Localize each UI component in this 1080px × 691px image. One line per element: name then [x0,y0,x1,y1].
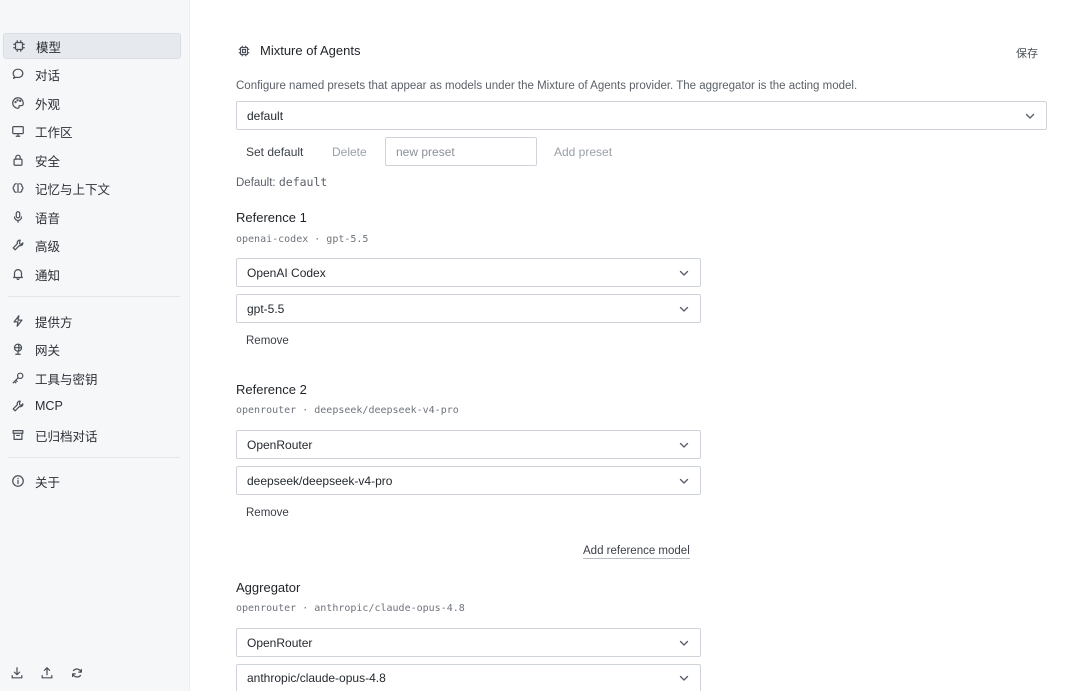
new-preset-input[interactable] [385,137,537,166]
aggregator-model-value: anthropic/claude-opus-4.8 [247,671,386,685]
sidebar-item-memory-context[interactable]: 记忆与上下文 [3,175,181,201]
reference-1-provider-value: OpenAI Codex [247,265,326,280]
upload-icon[interactable] [38,664,55,681]
archive-icon [10,427,26,443]
reference-2-model-select[interactable]: deepseek/deepseek-v4-pro [236,466,701,495]
chevron-down-icon [679,270,689,276]
sidebar-item-security[interactable]: 安全 [3,147,181,173]
chevron-down-icon [679,640,689,646]
info-icon [10,473,26,489]
chevron-down-icon [679,478,689,484]
lightning-icon [10,313,26,329]
sidebar-item-workspace[interactable]: 工作区 [3,118,181,144]
palette-icon [10,95,26,111]
preset-select-value: default [247,108,284,123]
download-icon[interactable] [8,664,25,681]
reference-2-model-value: deepseek/deepseek-v4-pro [247,473,393,488]
section-description: Configure named presets that appear as m… [236,80,858,92]
reference-1-title: Reference 1 [236,210,307,225]
sidebar-item-label: MCP [35,399,63,413]
sidebar: 模型 对话 外观 工作区 安全 记忆与上下文 语音 高级 通知 提供方 网关 工… [0,0,190,691]
set-default-button[interactable]: Set default [246,145,303,159]
sidebar-item-label: 关于 [35,475,61,490]
sidebar-item-label: 工作区 [35,125,73,140]
sidebar-item-label: 记忆与上下文 [35,182,111,197]
chip-icon [238,45,250,56]
aggregator-title: Aggregator [236,580,301,595]
sidebar-item-models[interactable]: 模型 [3,33,181,59]
sidebar-item-advanced[interactable]: 高级 [3,232,181,258]
sidebar-item-notifications[interactable]: 通知 [3,261,181,287]
monitor-icon [10,123,26,139]
sidebar-item-label: 安全 [35,154,61,169]
add-reference-model-button[interactable]: Add reference model [583,545,690,559]
sidebar-item-label: 已归档对话 [35,429,98,444]
sidebar-divider [8,457,180,458]
sidebar-footer [8,664,85,681]
sidebar-item-label: 网关 [35,343,61,358]
preset-select[interactable]: default [236,101,1047,130]
aggregator-subtitle: openrouter · anthropic/claude-opus-4.8 [236,603,465,614]
sidebar-item-appearance[interactable]: 外观 [3,90,181,116]
default-preset-value: default [278,175,328,189]
globe-icon [10,341,26,357]
add-preset-button[interactable]: Add preset [554,145,612,159]
save-button[interactable]: 保存 [1016,45,1038,61]
chevron-down-icon [679,306,689,312]
settings-panel: Mixture of Agents 保存 Configure named pre… [190,0,1080,691]
reference-1-subtitle: openai-codex · gpt-5.5 [236,234,369,245]
reference-1-provider-select[interactable]: OpenAI Codex [236,258,701,287]
sidebar-item-gateway[interactable]: 网关 [3,336,181,362]
chevron-down-icon [1025,113,1035,119]
sidebar-item-mcp[interactable]: MCP [3,393,181,419]
wrench-icon [10,237,26,253]
sidebar-item-label: 高级 [35,239,61,254]
tool-icon [10,398,26,414]
sidebar-item-label: 提供方 [35,315,73,330]
lock-icon [10,152,26,168]
sidebar-item-about[interactable]: 关于 [3,468,181,494]
sidebar-item-label: 模型 [36,40,62,55]
sidebar-item-tools-keys[interactable]: 工具与密钥 [3,365,181,391]
sidebar-item-chat[interactable]: 对话 [3,61,181,87]
sidebar-item-label: 对话 [35,68,61,83]
chevron-down-icon [679,675,689,681]
section-header: Mixture of Agents [237,43,360,58]
page-title: Mixture of Agents [260,43,361,58]
sidebar-item-label: 外观 [35,97,61,112]
bell-icon [10,266,26,282]
brain-icon [10,180,26,196]
sidebar-item-label: 通知 [35,268,61,283]
key-icon [10,370,26,386]
reference-1-remove-button[interactable]: Remove [246,335,289,347]
sidebar-item-label: 语音 [35,211,61,226]
sidebar-item-voice[interactable]: 语音 [3,204,181,230]
reference-1-model-value: gpt-5.5 [247,301,285,316]
delete-preset-button[interactable]: Delete [332,145,367,159]
sidebar-divider [8,296,180,297]
chip-icon [11,38,27,54]
sidebar-item-archived-chats[interactable]: 已归档对话 [3,422,181,448]
sidebar-item-providers[interactable]: 提供方 [3,308,181,334]
reference-2-subtitle: openrouter · deepseek/deepseek-v4-pro [236,405,459,416]
aggregator-provider-value: OpenRouter [247,635,313,650]
aggregator-model-select[interactable]: anthropic/claude-opus-4.8 [236,664,701,691]
refresh-icon[interactable] [68,664,85,681]
chevron-down-icon [679,442,689,448]
default-preset-info: Default: default [236,175,327,189]
sidebar-item-label: 工具与密钥 [35,372,98,387]
reference-2-provider-select[interactable]: OpenRouter [236,430,701,459]
reference-2-remove-button[interactable]: Remove [246,507,289,519]
aggregator-provider-select[interactable]: OpenRouter [236,628,701,657]
reference-2-title: Reference 2 [236,382,307,397]
microphone-icon [10,209,26,225]
reference-1-model-select[interactable]: gpt-5.5 [236,294,701,323]
default-prefix: Default: [236,177,276,189]
reference-2-provider-value: OpenRouter [247,437,313,452]
chat-bubble-icon [10,66,26,82]
